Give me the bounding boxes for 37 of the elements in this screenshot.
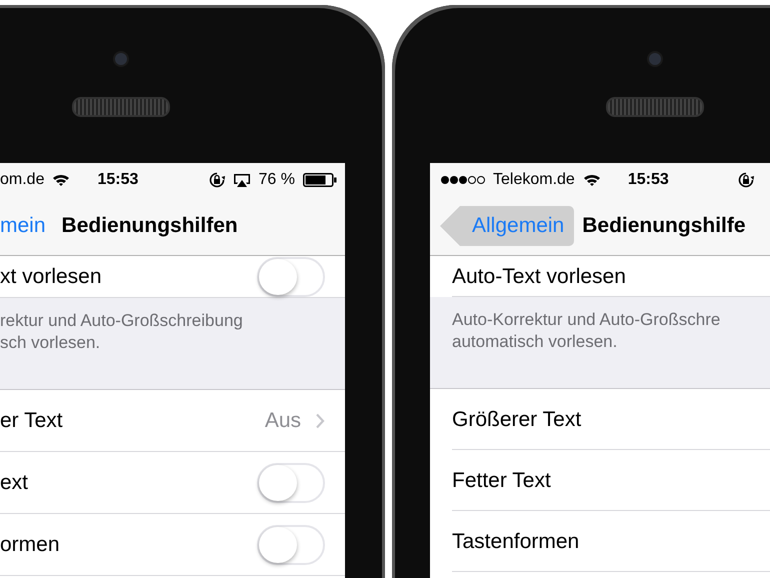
clock-time: 15:53 [628,171,669,189]
clock-time: 15:53 [97,171,138,189]
toggle-switch[interactable] [257,462,325,502]
settings-row[interactable]: ext [0,452,345,514]
carrier-name: om.de [0,171,44,189]
row-label: Tastenformen [452,530,580,554]
airplay-icon [232,172,251,188]
signal-dots-icon [440,175,488,185]
camera-icon [647,51,663,67]
footer-text: automatisch vorlesen. [452,331,618,353]
settings-row[interactable]: er Text Aus [0,390,345,452]
rotation-lock-icon [208,172,225,188]
row-label: Größerer Text [452,408,582,432]
battery-icon [303,173,337,187]
screen-title: Bedienungshilfen [62,214,238,238]
row-label: Auto-Text vorlesen [452,264,627,288]
wifi-icon [582,173,601,187]
footer-text: sch vorlesen. [0,332,102,354]
wifi-icon [52,173,70,187]
toggle-switch[interactable] [257,524,325,564]
row-value: Aus [264,408,301,432]
camera-icon [113,51,129,67]
row-label: er Text [0,408,64,432]
row-label: xt vorlesen [0,264,103,288]
chevron-icon [315,412,325,428]
toggle-switch[interactable] [257,256,325,296]
settings-row[interactable]: ormen [0,514,345,576]
row-label: ormen [0,532,61,556]
row-label: Fetter Text [452,468,552,492]
carrier-name: Telekom.de [493,171,575,189]
battery-percent: 76 % [258,171,295,189]
rotation-lock-icon [738,172,754,188]
screen-title: Bedienungshilfe [582,214,746,238]
back-button[interactable]: mein [0,206,46,246]
footer-text: Auto-Korrektur und Auto-Großschre [452,309,722,331]
row-label: ext [0,470,30,494]
footer-text: rektur und Auto-Großschreibung [0,310,244,332]
